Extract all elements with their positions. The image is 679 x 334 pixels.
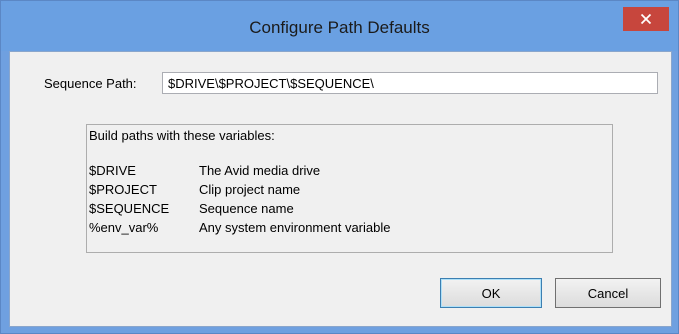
dialog-client-area: Sequence Path: Build paths with these va… — [9, 51, 672, 327]
variable-row-env-var: %env_var% Any system environment variabl… — [89, 220, 609, 236]
variable-row-drive: $DRIVE The Avid media drive — [89, 163, 609, 179]
variables-help-box: Build paths with these variables: $DRIVE… — [86, 124, 613, 253]
close-icon — [640, 13, 652, 25]
title-bar[interactable]: Configure Path Defaults — [1, 1, 678, 51]
variable-name: $PROJECT — [89, 182, 157, 197]
variables-heading: Build paths with these variables: — [89, 128, 275, 143]
cancel-button[interactable]: Cancel — [555, 278, 661, 308]
close-button[interactable] — [623, 7, 669, 31]
variable-name: %env_var% — [89, 220, 159, 235]
variable-name: $DRIVE — [89, 163, 136, 178]
variable-description: The Avid media drive — [199, 163, 321, 178]
variable-name: $SEQUENCE — [89, 201, 170, 216]
variable-row-project: $PROJECT Clip project name — [89, 182, 609, 198]
sequence-path-input[interactable] — [162, 72, 658, 94]
sequence-path-label: Sequence Path: — [44, 76, 137, 91]
window-title: Configure Path Defaults — [249, 18, 430, 37]
dialog-window: Configure Path Defaults Sequence Path: B… — [0, 0, 679, 334]
variable-description: Clip project name — [199, 182, 301, 197]
variable-description: Any system environment variable — [199, 220, 391, 235]
variable-row-sequence: $SEQUENCE Sequence name — [89, 201, 609, 217]
ok-button[interactable]: OK — [440, 278, 542, 308]
variable-description: Sequence name — [199, 201, 294, 216]
